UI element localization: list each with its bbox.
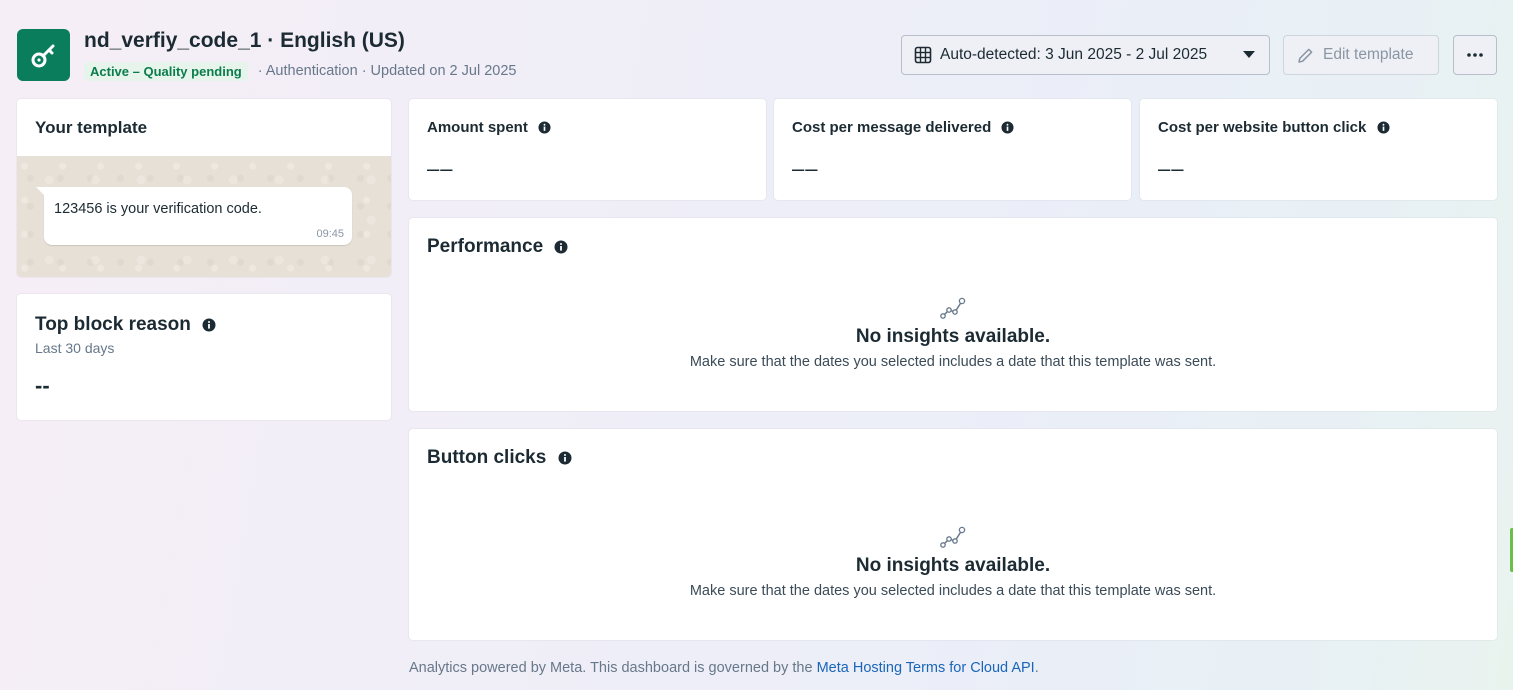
line-chart-icon bbox=[940, 297, 966, 319]
metric-cost-per-click: Cost per website button click –– bbox=[1140, 99, 1497, 200]
metric-label: Cost per website button click bbox=[1158, 119, 1390, 136]
date-range-label: Auto-detected: 3 Jun 2025 - 2 Jul 2025 bbox=[940, 46, 1208, 63]
info-icon[interactable] bbox=[1001, 121, 1014, 134]
template-type-icon bbox=[17, 29, 70, 81]
terms-link[interactable]: Meta Hosting Terms for Cloud API bbox=[817, 660, 1035, 676]
button-clicks-title-text: Button clicks bbox=[427, 447, 547, 468]
info-icon[interactable] bbox=[554, 240, 568, 254]
template-preview-card: Your template 123456 is your verificatio… bbox=[17, 99, 391, 277]
empty-state-title: No insights available. bbox=[855, 326, 1051, 347]
footer-text: Analytics powered by Meta. This dashboar… bbox=[409, 660, 817, 676]
top-block-reason-title: Top block reason bbox=[35, 314, 216, 336]
info-icon[interactable] bbox=[538, 121, 551, 134]
footer-note: Analytics powered by Meta. This dashboar… bbox=[409, 660, 1039, 676]
metric-label: Cost per message delivered bbox=[792, 119, 1014, 136]
metric-label-text: Amount spent bbox=[427, 119, 528, 136]
key-icon bbox=[31, 44, 54, 68]
empty-state-subtitle: Make sure that the dates you selected in… bbox=[689, 583, 1217, 599]
calendar-table-icon bbox=[914, 46, 932, 64]
performance-title-text: Performance bbox=[427, 236, 544, 257]
date-range-picker[interactable]: Auto-detected: 3 Jun 2025 - 2 Jul 2025 bbox=[901, 35, 1270, 75]
metric-amount-spent: Amount spent –– bbox=[409, 99, 766, 200]
message-time: 09:45 bbox=[316, 228, 344, 240]
info-icon[interactable] bbox=[202, 318, 216, 332]
footer-end: . bbox=[1034, 660, 1039, 676]
button-clicks-empty-state: No insights available. Make sure that th… bbox=[409, 525, 1497, 599]
info-icon[interactable] bbox=[558, 451, 572, 465]
status-badge: Active – Quality pending bbox=[84, 61, 248, 81]
page-title: nd_verfiy_code_1 · English (US) bbox=[84, 29, 405, 52]
performance-title: Performance bbox=[427, 236, 568, 258]
empty-state-subtitle: Make sure that the dates you selected in… bbox=[689, 354, 1217, 370]
chat-background: 123456 is your verification code. 09:45 bbox=[17, 156, 391, 277]
top-block-reason-label: Top block reason bbox=[35, 314, 191, 335]
performance-empty-state: No insights available. Make sure that th… bbox=[409, 296, 1497, 370]
top-block-reason-card: Top block reason Last 30 days -- bbox=[17, 294, 391, 420]
info-icon[interactable] bbox=[1377, 121, 1390, 134]
template-preview-title: Your template bbox=[35, 118, 148, 137]
more-dots-icon bbox=[1467, 53, 1483, 57]
metric-value: –– bbox=[792, 156, 819, 181]
chevron-down-icon bbox=[1243, 51, 1255, 58]
edit-template-label: Edit template bbox=[1323, 46, 1414, 63]
metric-label-text: Cost per message delivered bbox=[792, 119, 992, 136]
button-clicks-title: Button clicks bbox=[427, 447, 572, 469]
metric-value: –– bbox=[427, 156, 454, 181]
top-block-reason-period: Last 30 days bbox=[35, 340, 115, 356]
pencil-icon bbox=[1298, 48, 1313, 63]
edit-template-button[interactable]: Edit template bbox=[1283, 35, 1439, 75]
template-meta: Active – Quality pending · Authenticatio… bbox=[84, 61, 516, 81]
template-category-updated: · Authentication · Updated on 2 Jul 2025 bbox=[257, 63, 517, 79]
line-chart-icon bbox=[940, 526, 966, 548]
metric-value: –– bbox=[1158, 156, 1185, 181]
performance-card: Performance No insights available. Make … bbox=[409, 218, 1497, 411]
message-bubble: 123456 is your verification code. 09:45 bbox=[36, 187, 352, 245]
metric-cost-per-message: Cost per message delivered –– bbox=[774, 99, 1131, 200]
more-options-button[interactable] bbox=[1453, 35, 1497, 75]
metric-label-text: Cost per website button click bbox=[1158, 119, 1367, 136]
empty-state-title: No insights available. bbox=[855, 555, 1051, 576]
message-text: 123456 is your verification code. bbox=[54, 201, 262, 217]
top-block-reason-value: -- bbox=[35, 373, 50, 398]
metric-label: Amount spent bbox=[427, 119, 551, 136]
button-clicks-card: Button clicks No insights available. Mak… bbox=[409, 429, 1497, 640]
